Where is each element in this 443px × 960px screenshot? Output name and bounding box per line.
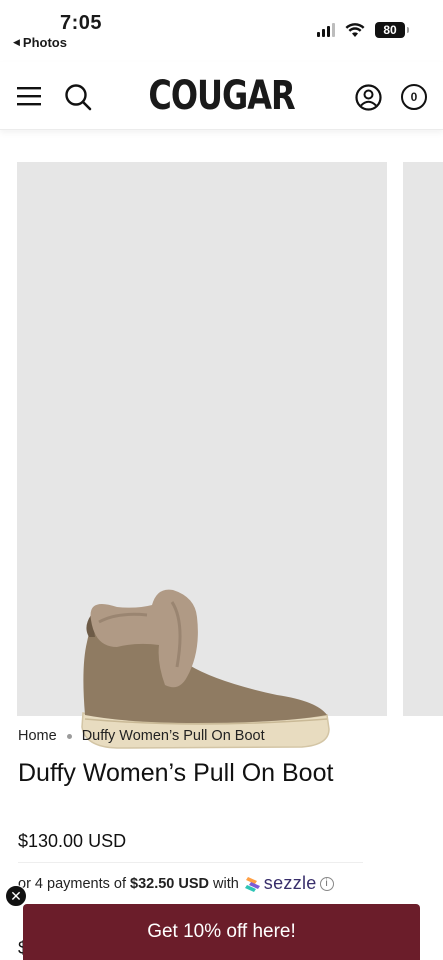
installment-info: or 4 payments of $32.50 USD with sezzle … xyxy=(18,873,334,894)
sezzle-wordmark: sezzle xyxy=(263,873,317,893)
menu-icon[interactable] xyxy=(17,86,41,106)
breadcrumb-home-link[interactable]: Home xyxy=(18,728,57,744)
search-icon[interactable] xyxy=(64,83,92,111)
discount-promo-button[interactable]: Get 10% off here! xyxy=(23,904,420,960)
info-icon[interactable]: i xyxy=(319,876,334,891)
cart-count: 0 xyxy=(410,90,418,104)
product-price: $130.00 USD xyxy=(18,831,127,851)
status-indicators: 80 xyxy=(317,22,409,38)
breadcrumb-separator xyxy=(66,733,72,739)
breadcrumb: Home Duffy Women’s Pull On Boot xyxy=(18,728,265,744)
cougar-logo[interactable]: COUGAR xyxy=(148,71,295,119)
cart-icon[interactable]: 0 xyxy=(401,84,427,110)
close-icon[interactable]: ✕ xyxy=(5,885,27,907)
installment-amount: $32.50 USD xyxy=(130,875,209,892)
installment-with: with xyxy=(213,875,239,892)
status-bar: 7:05 ◀ Photos 80 xyxy=(0,0,443,60)
product-title: Duffy Women’s Pull On Boot xyxy=(18,759,334,787)
account-icon[interactable] xyxy=(355,84,382,111)
boot-image xyxy=(81,589,330,749)
site-header: COUGAR 0 xyxy=(0,62,443,130)
back-triangle-icon: ◀ xyxy=(13,37,20,47)
back-to-photos-link[interactable]: ◀ Photos xyxy=(13,35,67,50)
battery-indicator: 80 xyxy=(375,22,409,38)
sezzle-mark-icon xyxy=(244,876,260,892)
back-app-label: Photos xyxy=(22,35,67,50)
cellular-signal-icon xyxy=(317,23,335,37)
breadcrumb-current: Duffy Women’s Pull On Boot xyxy=(81,728,265,744)
status-time: 7:05 xyxy=(60,12,103,34)
divider xyxy=(18,862,363,863)
installment-prefix: or 4 payments of xyxy=(18,875,126,892)
wifi-icon xyxy=(345,22,365,37)
sezzle-logo[interactable]: sezzle i xyxy=(244,873,334,894)
product-image-next[interactable] xyxy=(403,162,443,716)
product-image-main[interactable] xyxy=(17,162,387,749)
